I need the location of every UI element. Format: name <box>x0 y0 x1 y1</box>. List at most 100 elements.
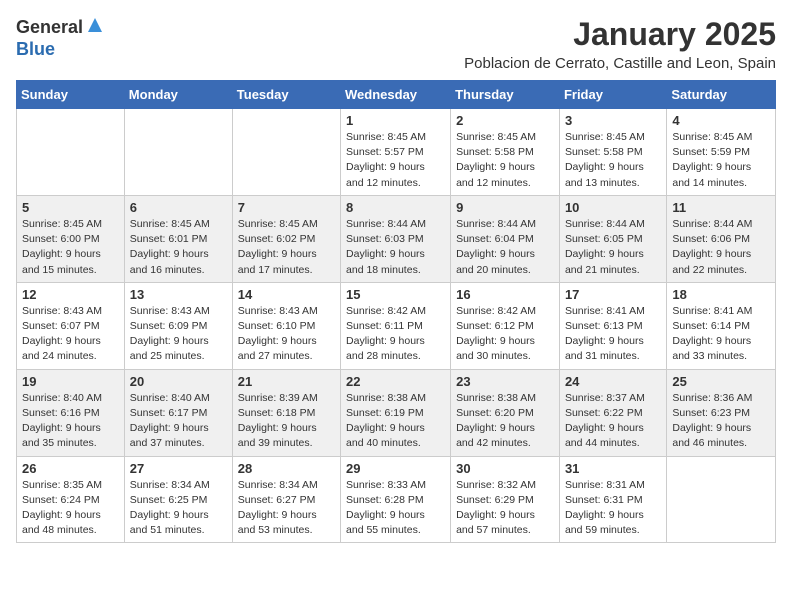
calendar-week-row: 5 Sunrise: 8:45 AM Sunset: 6:00 PM Daylig… <box>17 195 776 282</box>
day-detail: Sunrise: 8:38 AM Sunset: 6:20 PM Dayligh… <box>456 392 536 450</box>
calendar-cell: 11 Sunrise: 8:44 AM Sunset: 6:06 PM Dayli… <box>667 195 776 282</box>
day-number: 20 <box>130 374 227 389</box>
day-detail: Sunrise: 8:43 AM Sunset: 6:10 PM Dayligh… <box>238 305 318 363</box>
calendar-cell: 20Sunrise: 8:40 AM Sunset: 6:17 PM Dayli… <box>124 369 232 456</box>
calendar-week-row: 1 Sunrise: 8:45 AM Sunset: 5:57 PM Daylig… <box>17 109 776 196</box>
day-number: 17 <box>565 287 661 302</box>
weekday-header: Monday <box>124 81 232 109</box>
calendar-cell: 2 Sunrise: 8:45 AM Sunset: 5:58 PM Daylig… <box>451 109 560 196</box>
day-detail: Sunrise: 8:45 AM Sunset: 5:58 PM Dayligh… <box>565 131 645 189</box>
calendar-cell: 13Sunrise: 8:43 AM Sunset: 6:09 PM Dayli… <box>124 282 232 369</box>
calendar-cell: 17 Sunrise: 8:41 AM Sunset: 6:13 PM Dayli… <box>559 282 666 369</box>
day-number: 2 <box>456 113 554 128</box>
calendar-header-row: SundayMondayTuesdayWednesdayThursdayFrid… <box>17 81 776 109</box>
day-number: 15 <box>346 287 445 302</box>
calendar-week-row: 19Sunrise: 8:40 AM Sunset: 6:16 PM Dayli… <box>17 369 776 456</box>
day-detail: Sunrise: 8:38 AM Sunset: 6:19 PM Dayligh… <box>346 392 426 450</box>
calendar-cell: 22 Sunrise: 8:38 AM Sunset: 6:19 PM Dayli… <box>341 369 451 456</box>
day-number: 22 <box>346 374 445 389</box>
day-detail: Sunrise: 8:37 AM Sunset: 6:22 PM Dayligh… <box>565 392 645 450</box>
logo-general: General <box>16 17 83 38</box>
day-detail: Sunrise: 8:44 AM Sunset: 6:05 PM Dayligh… <box>565 218 645 276</box>
day-detail: Sunrise: 8:44 AM Sunset: 6:06 PM Dayligh… <box>672 218 752 276</box>
page-subtitle: Poblacion de Cerrato, Castille and Leon,… <box>464 55 776 72</box>
day-number: 1 <box>346 113 445 128</box>
day-detail: Sunrise: 8:45 AM Sunset: 6:02 PM Dayligh… <box>238 218 318 276</box>
day-number: 12 <box>22 287 119 302</box>
day-number: 30 <box>456 461 554 476</box>
day-number: 21 <box>238 374 335 389</box>
logo-icon <box>86 16 104 39</box>
calendar-cell: 31Sunrise: 8:31 AM Sunset: 6:31 PM Dayli… <box>559 456 666 543</box>
day-detail: Sunrise: 8:42 AM Sunset: 6:11 PM Dayligh… <box>346 305 426 363</box>
calendar-week-row: 26Sunrise: 8:35 AM Sunset: 6:24 PM Dayli… <box>17 456 776 543</box>
day-detail: Sunrise: 8:44 AM Sunset: 6:04 PM Dayligh… <box>456 218 536 276</box>
day-number: 26 <box>22 461 119 476</box>
day-detail: Sunrise: 8:43 AM Sunset: 6:07 PM Dayligh… <box>22 305 102 363</box>
day-detail: Sunrise: 8:45 AM Sunset: 6:01 PM Dayligh… <box>130 218 210 276</box>
page-title: January 2025 <box>464 16 776 53</box>
calendar-cell: 8 Sunrise: 8:44 AM Sunset: 6:03 PM Daylig… <box>341 195 451 282</box>
calendar-cell: 30 Sunrise: 8:32 AM Sunset: 6:29 PM Dayli… <box>451 456 560 543</box>
calendar-cell <box>232 109 340 196</box>
day-detail: Sunrise: 8:41 AM Sunset: 6:14 PM Dayligh… <box>672 305 752 363</box>
calendar-cell: 28 Sunrise: 8:34 AM Sunset: 6:27 PM Dayli… <box>232 456 340 543</box>
day-number: 13 <box>130 287 227 302</box>
calendar-week-row: 12 Sunrise: 8:43 AM Sunset: 6:07 PM Dayli… <box>17 282 776 369</box>
day-number: 4 <box>672 113 770 128</box>
day-number: 24 <box>565 374 661 389</box>
day-detail: Sunrise: 8:34 AM Sunset: 6:27 PM Dayligh… <box>238 479 318 537</box>
day-detail: Sunrise: 8:39 AM Sunset: 6:18 PM Dayligh… <box>238 392 318 450</box>
day-number: 18 <box>672 287 770 302</box>
logo-blue: Blue <box>16 39 55 59</box>
calendar-cell: 10 Sunrise: 8:44 AM Sunset: 6:05 PM Dayli… <box>559 195 666 282</box>
header: General Blue January 2025 Poblacion de C… <box>16 16 776 72</box>
weekday-header: Wednesday <box>341 81 451 109</box>
calendar-cell: 3Sunrise: 8:45 AM Sunset: 5:58 PM Daylig… <box>559 109 666 196</box>
day-detail: Sunrise: 8:45 AM Sunset: 6:00 PM Dayligh… <box>22 218 102 276</box>
day-number: 9 <box>456 200 554 215</box>
day-number: 29 <box>346 461 445 476</box>
weekday-header: Tuesday <box>232 81 340 109</box>
day-detail: Sunrise: 8:36 AM Sunset: 6:23 PM Dayligh… <box>672 392 752 450</box>
calendar-cell <box>667 456 776 543</box>
calendar-cell: 26Sunrise: 8:35 AM Sunset: 6:24 PM Dayli… <box>17 456 125 543</box>
day-number: 11 <box>672 200 770 215</box>
day-number: 5 <box>22 200 119 215</box>
calendar-cell: 29 Sunrise: 8:33 AM Sunset: 6:28 PM Dayli… <box>341 456 451 543</box>
calendar-cell: 12 Sunrise: 8:43 AM Sunset: 6:07 PM Dayli… <box>17 282 125 369</box>
day-detail: Sunrise: 8:40 AM Sunset: 6:16 PM Dayligh… <box>22 392 102 450</box>
calendar-cell: 5 Sunrise: 8:45 AM Sunset: 6:00 PM Daylig… <box>17 195 125 282</box>
calendar-cell: 14 Sunrise: 8:43 AM Sunset: 6:10 PM Dayli… <box>232 282 340 369</box>
calendar-cell: 18 Sunrise: 8:41 AM Sunset: 6:14 PM Dayli… <box>667 282 776 369</box>
weekday-header: Saturday <box>667 81 776 109</box>
calendar-cell: 19Sunrise: 8:40 AM Sunset: 6:16 PM Dayli… <box>17 369 125 456</box>
day-number: 27 <box>130 461 227 476</box>
calendar-cell: 9 Sunrise: 8:44 AM Sunset: 6:04 PM Daylig… <box>451 195 560 282</box>
day-detail: Sunrise: 8:32 AM Sunset: 6:29 PM Dayligh… <box>456 479 536 537</box>
weekday-header: Friday <box>559 81 666 109</box>
day-number: 7 <box>238 200 335 215</box>
weekday-header: Sunday <box>17 81 125 109</box>
calendar-cell: 6 Sunrise: 8:45 AM Sunset: 6:01 PM Daylig… <box>124 195 232 282</box>
day-detail: Sunrise: 8:45 AM Sunset: 5:58 PM Dayligh… <box>456 131 536 189</box>
day-detail: Sunrise: 8:44 AM Sunset: 6:03 PM Dayligh… <box>346 218 426 276</box>
day-number: 28 <box>238 461 335 476</box>
day-detail: Sunrise: 8:45 AM Sunset: 5:57 PM Dayligh… <box>346 131 426 189</box>
calendar-cell: 24 Sunrise: 8:37 AM Sunset: 6:22 PM Dayli… <box>559 369 666 456</box>
day-detail: Sunrise: 8:33 AM Sunset: 6:28 PM Dayligh… <box>346 479 426 537</box>
day-number: 14 <box>238 287 335 302</box>
logo: General Blue <box>16 16 104 60</box>
day-detail: Sunrise: 8:41 AM Sunset: 6:13 PM Dayligh… <box>565 305 645 363</box>
day-number: 6 <box>130 200 227 215</box>
calendar-cell: 16Sunrise: 8:42 AM Sunset: 6:12 PM Dayli… <box>451 282 560 369</box>
calendar-cell: 4 Sunrise: 8:45 AM Sunset: 5:59 PM Daylig… <box>667 109 776 196</box>
calendar-cell <box>124 109 232 196</box>
calendar-cell: 25 Sunrise: 8:36 AM Sunset: 6:23 PM Dayli… <box>667 369 776 456</box>
day-number: 10 <box>565 200 661 215</box>
day-number: 8 <box>346 200 445 215</box>
day-detail: Sunrise: 8:45 AM Sunset: 5:59 PM Dayligh… <box>672 131 752 189</box>
day-detail: Sunrise: 8:34 AM Sunset: 6:25 PM Dayligh… <box>130 479 210 537</box>
day-number: 16 <box>456 287 554 302</box>
day-number: 25 <box>672 374 770 389</box>
